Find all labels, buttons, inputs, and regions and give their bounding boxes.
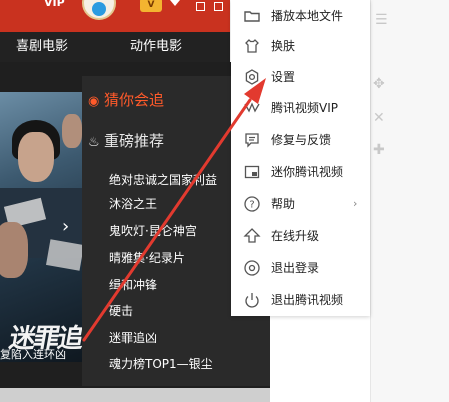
category-comedy[interactable]: 喜剧电影 [16,32,68,62]
chevron-down-icon[interactable] [170,0,180,6]
guess-title: 猜你会追 [104,91,165,109]
recommend-section-header[interactable]: ♨ 重磅推荐 [88,129,164,153]
vip-badge[interactable]: V [140,0,162,12]
upgrade-icon [243,227,261,245]
right-panel: ☰ ✥ ✕ ✚ [370,0,449,402]
list-item[interactable]: 缉和冲锋 [109,275,157,295]
eye-icon: ◉ [88,94,100,109]
main-menu: 播放本地文件 换肤 设置 腾讯视频VIP 修复与反馈 迷你腾讯视频 ? 帮助 ›… [231,0,370,316]
minimize-icon[interactable] [196,2,205,11]
featured-poster[interactable]: › 迷罪追 复陷入连环凶 [0,92,82,362]
vip-icon [243,99,261,117]
list-item[interactable]: 鬼吹灯·昆仑神宫 [109,221,197,241]
close-icon[interactable]: ✕ [373,110,385,126]
avatar[interactable] [82,0,116,20]
bottom-strip [0,388,270,402]
chevron-right-icon[interactable]: › [62,216,69,237]
menu-item-skin[interactable]: 换肤 [231,30,370,62]
gear-icon [243,68,261,86]
menu-item-logout[interactable]: 退出登录 [231,252,370,284]
menu-item-vip[interactable]: 腾讯视频VIP [231,92,370,124]
plus-icon[interactable]: ✚ [373,142,385,158]
feedback-icon [243,131,261,149]
qq-icon [92,2,106,16]
list-item[interactable]: 硬击 [109,301,133,321]
menu-item-quit[interactable]: 退出腾讯视频 [231,284,370,316]
menu-item-upgrade[interactable]: 在线升级 [231,220,370,252]
mini-window-icon [243,163,261,181]
list-icon[interactable]: ☰ [375,12,388,28]
top-bar: VIP V [0,0,230,32]
list-item[interactable]: 魂力榜TOP1—银尘 [109,354,213,374]
list-item[interactable]: 迷罪追凶 [109,328,157,348]
menu-item-open-local[interactable]: 播放本地文件 [231,0,370,32]
vip-text: VIP [44,0,65,9]
menu-item-help[interactable]: ? 帮助 › [231,188,370,220]
shirt-icon [243,37,261,55]
poster-caption: 复陷入连环凶 [0,348,66,361]
maximize-icon[interactable] [214,2,223,11]
menu-item-settings[interactable]: 设置 [231,61,370,93]
folder-icon [243,7,261,25]
guess-section-header[interactable]: ◉ 猜你会追 [88,88,164,112]
flame-icon: ♨ [88,135,100,150]
category-action[interactable]: 动作电影 [130,32,182,62]
list-item[interactable]: 绝对忠诚之国家利益 [109,170,217,190]
logout-icon [243,259,261,277]
list-item[interactable]: 沐浴之王 [109,194,157,214]
recommend-title: 重磅推荐 [104,132,165,150]
menu-item-mini[interactable]: 迷你腾讯视频 [231,156,370,188]
move-icon[interactable]: ✥ [373,76,385,92]
help-icon: ? [243,195,261,213]
chevron-right-icon: › [353,197,358,210]
list-item[interactable]: 晴雅集·纪录片 [109,248,185,268]
category-bar: 喜剧电影 动作电影 [0,32,230,62]
power-icon [243,291,261,309]
svg-text:?: ? [249,200,254,211]
menu-item-feedback[interactable]: 修复与反馈 [231,124,370,156]
